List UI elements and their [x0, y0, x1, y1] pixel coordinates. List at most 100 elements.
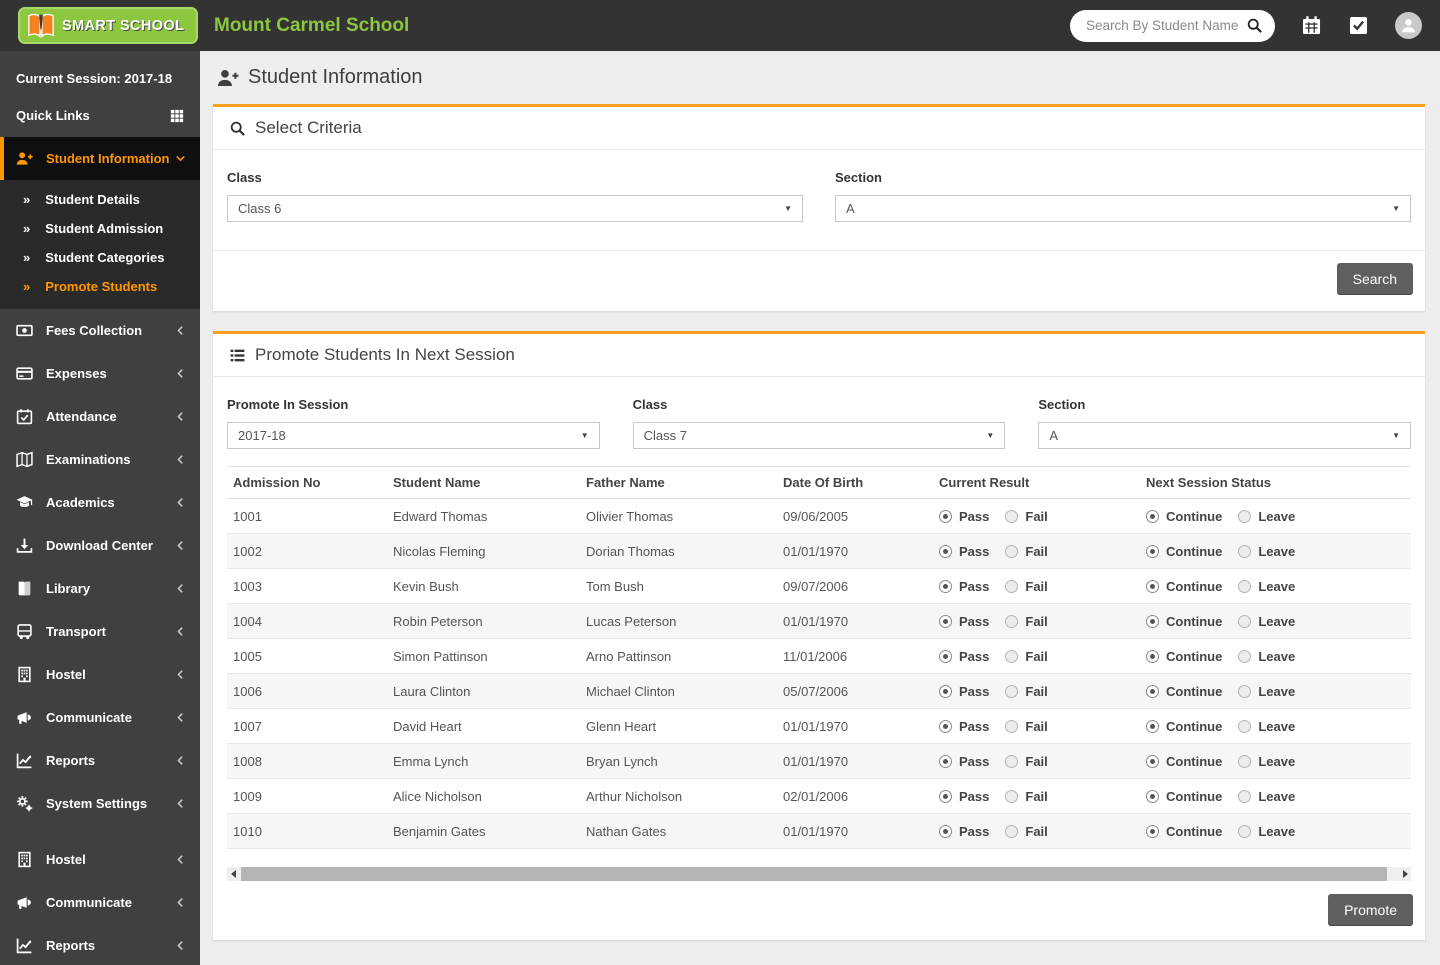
cell-student-name: David Heart	[387, 708, 580, 744]
list-icon	[229, 347, 246, 364]
sidebar-item[interactable]: Academics	[0, 481, 200, 524]
sidebar-item[interactable]: Communicate	[0, 881, 200, 924]
leave-radio[interactable]	[1238, 824, 1252, 838]
sidebar-item[interactable]: System Settings	[0, 782, 200, 825]
promote-button[interactable]: Promote	[1328, 894, 1413, 926]
leave-radio[interactable]	[1238, 719, 1252, 733]
sidebar-item[interactable]: Examinations	[0, 438, 200, 481]
sidebar-item-icon	[16, 408, 33, 425]
sidebar-item[interactable]: Hostel	[0, 838, 200, 881]
user-avatar[interactable]	[1395, 12, 1422, 39]
fail-radio[interactable]	[1005, 719, 1019, 733]
search-button[interactable]: Search	[1336, 263, 1413, 295]
sidebar-subitem[interactable]: » Student Admission	[0, 214, 200, 243]
select-arrow-icon: ▼	[1392, 431, 1400, 440]
leave-radio[interactable]	[1238, 649, 1252, 663]
cell-father-name: Dorian Thomas	[580, 533, 777, 569]
sidebar-item[interactable]: Library	[0, 567, 200, 610]
sidebar-item[interactable]: Fees Collection	[0, 309, 200, 352]
sidebar-item[interactable]: Reports	[0, 739, 200, 782]
sidebar-subitem[interactable]: » Student Categories	[0, 243, 200, 272]
calendar-icon[interactable]	[1301, 15, 1322, 36]
leave-radio[interactable]	[1238, 754, 1252, 768]
continue-radio[interactable]	[1146, 789, 1159, 803]
sidebar-item-icon	[16, 537, 33, 554]
sidebar-item[interactable]: Transport	[0, 610, 200, 653]
pass-radio[interactable]	[939, 544, 952, 558]
leave-radio[interactable]	[1238, 614, 1252, 628]
sidebar-item[interactable]: Download Center	[0, 524, 200, 567]
continue-radio[interactable]	[1146, 684, 1159, 698]
fail-radio[interactable]	[1005, 824, 1019, 838]
pass-radio[interactable]	[939, 719, 952, 733]
leave-radio[interactable]	[1238, 579, 1252, 593]
scroll-right-arrow-icon[interactable]	[1399, 867, 1411, 881]
continue-radio[interactable]	[1146, 754, 1159, 768]
sidebar-subitem[interactable]: » Student Details	[0, 185, 200, 214]
leave-radio[interactable]	[1238, 544, 1252, 558]
fail-radio[interactable]	[1005, 649, 1019, 663]
promote-class-select[interactable]: Class 7 ▼	[632, 422, 1006, 449]
chevron-left-icon	[175, 712, 186, 723]
sidebar-item-icon	[16, 666, 33, 683]
pass-label: Pass	[959, 648, 990, 664]
continue-radio[interactable]	[1146, 579, 1159, 593]
sidebar-item-label: Attendance	[46, 409, 117, 424]
sidebar-item[interactable]: Attendance	[0, 395, 200, 438]
cell-current-result: Pass Fail	[933, 778, 1140, 814]
scroll-left-arrow-icon[interactable]	[227, 867, 239, 881]
app-logo[interactable]: SMART SCHOOL	[0, 0, 200, 51]
sidebar-subitem[interactable]: » Promote Students	[0, 272, 200, 301]
fail-radio[interactable]	[1005, 684, 1019, 698]
cell-date-of-birth: 05/07/2006	[777, 673, 933, 709]
pass-radio[interactable]	[939, 649, 952, 663]
quick-links[interactable]: Quick Links	[0, 92, 200, 137]
pass-radio[interactable]	[939, 754, 952, 768]
pass-radio[interactable]	[939, 614, 952, 628]
sidebar-item[interactable]: Expenses	[0, 352, 200, 395]
sidebar-item-label: Academics	[46, 495, 115, 510]
pass-radio[interactable]	[939, 789, 952, 803]
fail-radio[interactable]	[1005, 544, 1019, 558]
continue-radio[interactable]	[1146, 649, 1159, 663]
search-input[interactable]	[1086, 18, 1246, 33]
fail-radio[interactable]	[1005, 509, 1019, 523]
promote-section-select[interactable]: A ▼	[1038, 422, 1411, 449]
pass-radio[interactable]	[939, 824, 952, 838]
leave-radio[interactable]	[1238, 684, 1252, 698]
continue-radio[interactable]	[1146, 824, 1159, 838]
sidebar-item-student-information[interactable]: Student Information	[0, 137, 200, 180]
horizontal-scrollbar[interactable]	[227, 867, 1411, 881]
fail-radio[interactable]	[1005, 614, 1019, 628]
double-chevron-icon: »	[23, 250, 31, 265]
fail-radio[interactable]	[1005, 754, 1019, 768]
cell-father-name: Arno Pattinson	[580, 638, 777, 674]
cell-admission-no: 1005	[227, 638, 387, 674]
promote-class-value: Class 7	[643, 428, 688, 443]
fail-radio[interactable]	[1005, 789, 1019, 803]
pass-radio[interactable]	[939, 579, 952, 593]
scrollbar-thumb[interactable]	[241, 867, 1387, 881]
cell-student-name: Nicolas Fleming	[387, 533, 580, 569]
section-select[interactable]: A ▼	[835, 195, 1411, 222]
pass-label: Pass	[959, 788, 990, 804]
continue-radio[interactable]	[1146, 509, 1159, 523]
fail-radio[interactable]	[1005, 579, 1019, 593]
pass-radio[interactable]	[939, 684, 952, 698]
pass-label: Pass	[959, 683, 990, 699]
promote-session-select[interactable]: 2017-18 ▼	[227, 422, 600, 449]
sidebar-item[interactable]: Hostel	[0, 653, 200, 696]
tasks-icon[interactable]	[1348, 15, 1369, 36]
leave-radio[interactable]	[1238, 789, 1252, 803]
continue-radio[interactable]	[1146, 719, 1159, 733]
pass-radio[interactable]	[939, 509, 952, 523]
continue-radio[interactable]	[1146, 614, 1159, 628]
search-icon[interactable]	[1246, 17, 1263, 34]
sidebar-item[interactable]: Communicate	[0, 696, 200, 739]
double-chevron-icon: »	[23, 192, 31, 207]
sidebar-item[interactable]: Reports	[0, 924, 200, 965]
leave-radio[interactable]	[1238, 509, 1252, 523]
class-select[interactable]: Class 6 ▼	[227, 195, 803, 222]
continue-radio[interactable]	[1146, 544, 1159, 558]
fail-label: Fail	[1025, 788, 1048, 804]
